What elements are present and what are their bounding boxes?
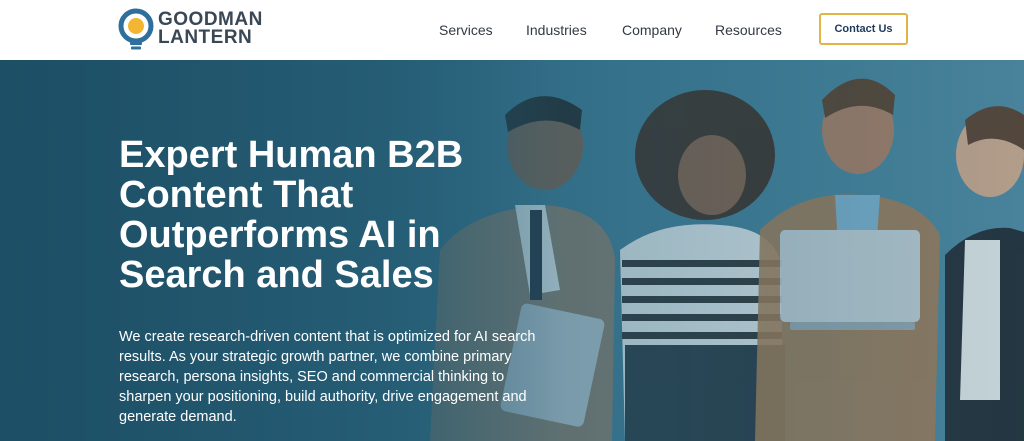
- hero-headline: Expert Human B2B Content That Outperform…: [119, 135, 479, 295]
- nav-item-company[interactable]: Company: [622, 20, 682, 40]
- headline-line-2: Content That: [119, 174, 354, 216]
- headline-line-4: Search and Sales: [119, 254, 434, 296]
- nav-item-industries[interactable]: Industries: [526, 20, 587, 40]
- nav-item-services[interactable]: Services: [439, 20, 493, 40]
- description-line-4: sharpen your positioning, build authorit…: [119, 389, 527, 405]
- description-line-1: We create research-driven content that i…: [119, 329, 536, 345]
- hero-description: We create research-driven content that i…: [119, 327, 536, 427]
- headline-line-3: Outperforms AI in: [119, 214, 441, 256]
- nav-item-resources[interactable]: Resources: [715, 20, 782, 40]
- description-line-3: research, persona insights, SEO and comm…: [119, 369, 505, 385]
- contact-us-button[interactable]: Contact Us: [819, 13, 908, 45]
- headline-line-1: Expert Human B2B: [119, 134, 464, 176]
- description-line-5: generate demand.: [119, 409, 237, 425]
- description-line-2: results. As your strategic growth partne…: [119, 349, 512, 365]
- hero-section: Expert Human B2B Content That Outperform…: [0, 60, 1024, 441]
- site-header: GOODMAN LANTERN Services Industries Comp…: [0, 0, 1024, 60]
